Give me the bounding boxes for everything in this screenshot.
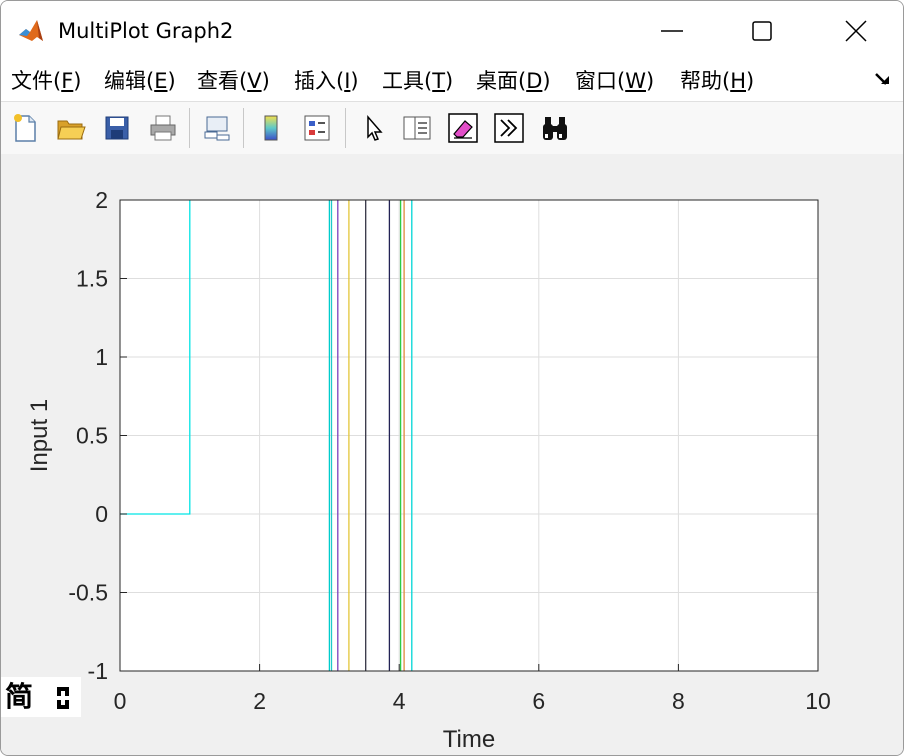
x-tick-label: 6 [532, 688, 545, 714]
legend-icon [304, 115, 330, 141]
open-file-button[interactable] [53, 110, 89, 146]
menu-help[interactable]: 帮助(H) [680, 65, 754, 97]
y-tick-label: 0.5 [76, 423, 108, 449]
save-icon [105, 116, 129, 140]
x-tick-label: 0 [114, 688, 127, 714]
x-tick-label: 4 [393, 688, 406, 714]
legend-button[interactable] [299, 110, 335, 146]
link-plot-button[interactable] [199, 110, 235, 146]
property-inspector-icon [403, 116, 431, 140]
y-tick-label: -1 [88, 658, 108, 684]
toolbar-separator [243, 108, 244, 148]
plot-area[interactable]: 0 2 4 6 8 10 2 1.5 1 0.5 0 -0.5 -1 Time Input 1 [1, 154, 903, 755]
menu-bar: 文件(F) 编辑(E) 查看(V) 插入(I) 工具(T) 桌面(D) 窗口(W… [1, 61, 903, 101]
window-title: MultiPlot Graph2 [58, 19, 234, 43]
y-tick-label: 2 [95, 187, 108, 213]
property-inspector-button[interactable] [399, 110, 435, 146]
binoculars-button[interactable] [537, 110, 573, 146]
figure-canvas[interactable]: 0 2 4 6 8 10 2 1.5 1 0.5 0 -0.5 -1 Time Input 1 [1, 154, 903, 755]
ime-punctuation-icon [57, 687, 69, 709]
x-tick-label: 10 [805, 688, 831, 714]
y-tick-label: 1.5 [76, 266, 108, 292]
menu-edit[interactable]: 编辑(E) [104, 65, 176, 97]
matlab-logo-icon [17, 17, 45, 45]
ime-mode-label: 简 [5, 680, 34, 713]
dock-arrow-icon[interactable] [873, 69, 893, 89]
open-file-icon [57, 120, 86, 140]
x-tick-label: 2 [253, 688, 266, 714]
menu-insert[interactable]: 插入(I) [294, 65, 359, 97]
more-button[interactable] [491, 110, 527, 146]
eraser-icon [448, 113, 478, 143]
menu-view[interactable]: 查看(V) [197, 65, 270, 97]
figure-toolbar [1, 101, 903, 155]
new-figure-button[interactable] [7, 110, 43, 146]
ime-indicator[interactable]: 简 [1, 677, 81, 717]
toolbar-separator [189, 108, 190, 148]
maximize-icon [752, 21, 772, 41]
y-tick-label: 1 [95, 344, 108, 370]
colorbar-icon [264, 115, 278, 141]
x-tick-label: 8 [672, 688, 685, 714]
print-button[interactable] [145, 110, 181, 146]
x-axis-label: Time [443, 726, 495, 753]
y-axis-label: Input 1 [26, 399, 53, 472]
menu-window[interactable]: 窗口(W) [575, 65, 654, 97]
new-figure-icon [14, 114, 36, 142]
eraser-button[interactable] [445, 110, 481, 146]
menu-file[interactable]: 文件(F) [11, 65, 82, 97]
close-icon [845, 20, 867, 42]
save-button[interactable] [99, 110, 135, 146]
maximize-button[interactable] [717, 1, 807, 61]
toolbar-separator [345, 108, 346, 148]
y-tick-label: 0 [95, 501, 108, 527]
y-tick-label: -0.5 [68, 580, 108, 606]
colorbar-button[interactable] [253, 110, 289, 146]
close-button[interactable] [811, 1, 901, 61]
print-icon [150, 115, 176, 141]
pointer-icon [367, 114, 383, 141]
title-bar[interactable]: MultiPlot Graph2 [1, 1, 903, 61]
more-icon [494, 113, 524, 143]
menu-desktop[interactable]: 桌面(D) [476, 65, 551, 97]
menu-tools[interactable]: 工具(T) [382, 65, 453, 97]
binoculars-icon [543, 117, 567, 140]
minimize-icon [661, 30, 683, 32]
minimize-button[interactable] [627, 1, 717, 61]
pointer-button[interactable] [355, 110, 391, 146]
figure-window: MultiPlot Graph2 文件(F) 编辑(E) 查看(V) 插入(I)… [0, 0, 904, 756]
link-plot-icon [204, 116, 230, 141]
